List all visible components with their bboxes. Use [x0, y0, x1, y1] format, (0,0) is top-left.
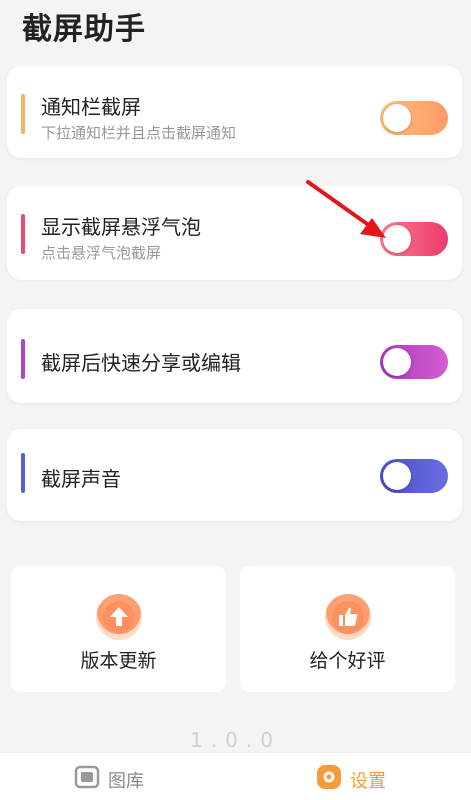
thumbs-up-icon — [324, 594, 371, 640]
nav-item-gallery[interactable]: 图库 — [74, 765, 154, 792]
setting-floating-bubble: 显示截屏悬浮气泡 点击悬浮气泡截屏 — [7, 186, 462, 280]
nav-label: 图库 — [108, 771, 144, 792]
tile-label: 版本更新 — [80, 650, 157, 672]
nav-label: 设置 — [350, 771, 386, 792]
accent-bar — [21, 94, 25, 134]
toggle-knob — [383, 104, 411, 132]
settings-icon — [317, 765, 341, 789]
setting-subtitle: 下拉通知栏并且点击截屏通知 — [41, 124, 237, 142]
setting-quick-share-edit: 截屏后快速分享或编辑 — [7, 309, 462, 403]
accent-bar — [21, 453, 25, 493]
version-update-button[interactable]: 版本更新 — [11, 566, 226, 692]
toggle-knob — [383, 348, 411, 376]
version-text: 1.0.0 — [190, 728, 281, 752]
setting-title: 通知栏截屏 — [41, 95, 141, 119]
notification-screenshot-toggle[interactable] — [380, 101, 448, 135]
accent-bar — [21, 214, 25, 254]
setting-subtitle: 点击悬浮气泡截屏 — [41, 244, 162, 262]
screenshot-sound-toggle[interactable] — [380, 459, 448, 493]
gallery-icon — [74, 765, 100, 789]
tile-label: 给个好评 — [309, 650, 386, 672]
nav-item-settings[interactable]: 设置 — [316, 765, 406, 792]
toggle-knob — [383, 462, 411, 490]
rate-app-button[interactable]: 给个好评 — [240, 566, 455, 692]
upload-arrow-icon — [95, 594, 142, 640]
annotation-arrow-icon — [306, 180, 386, 238]
page-title: 截屏助手 — [22, 12, 146, 47]
setting-screenshot-sound: 截屏声音 — [7, 429, 462, 521]
accent-bar — [21, 339, 25, 379]
quick-share-edit-toggle[interactable] — [380, 345, 448, 379]
floating-bubble-toggle[interactable] — [380, 222, 448, 256]
setting-title: 显示截屏悬浮气泡 — [41, 215, 201, 239]
bottom-nav: 图库 设置 — [0, 752, 471, 800]
setting-title: 截屏声音 — [41, 467, 121, 491]
setting-notification-screenshot: 通知栏截屏 下拉通知栏并且点击截屏通知 — [7, 66, 462, 158]
setting-title: 截屏后快速分享或编辑 — [41, 351, 241, 375]
